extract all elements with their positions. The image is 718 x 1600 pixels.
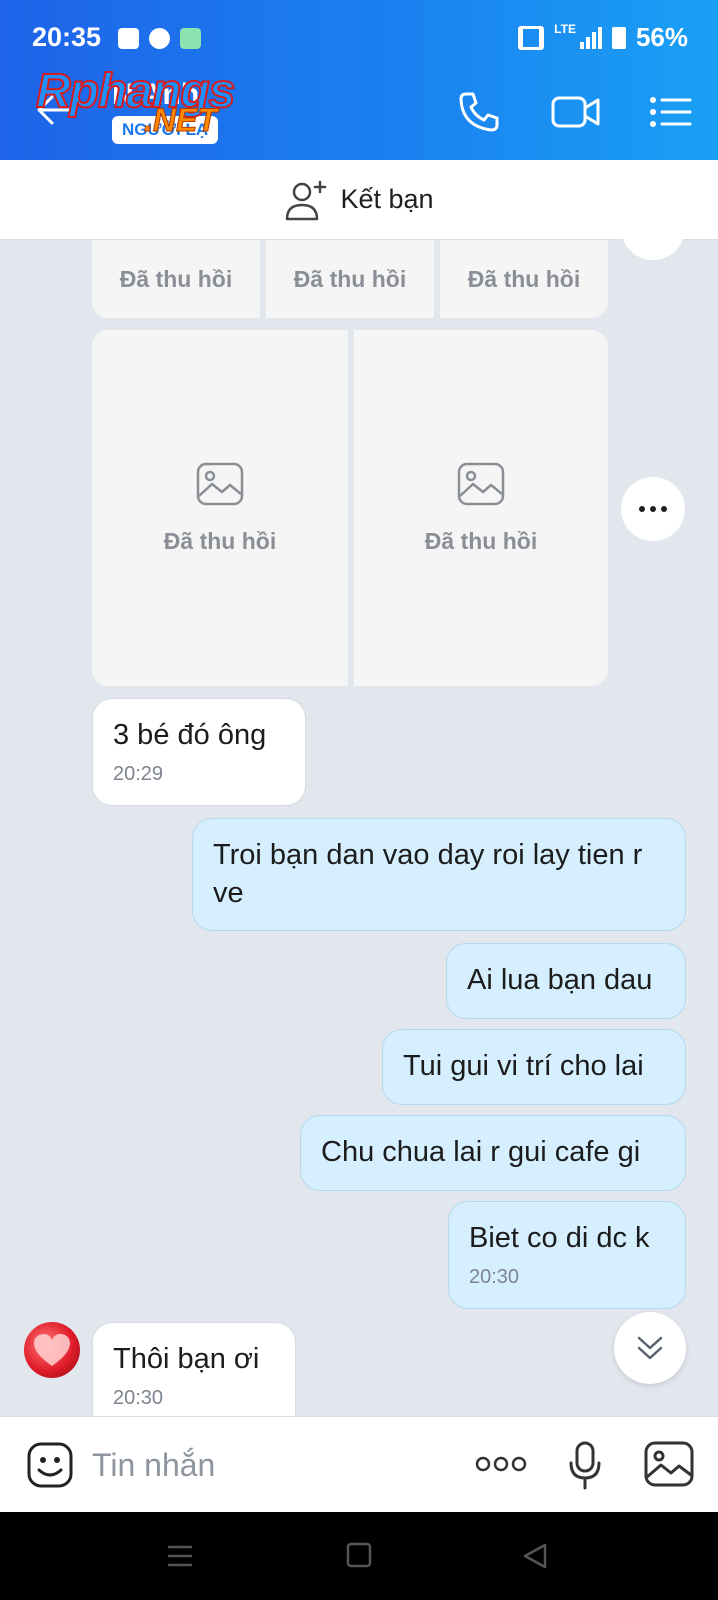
outgoing-message[interactable]: Biet co di dc k 20:30 <box>448 1201 686 1309</box>
chat-header: N Anh NGƯỜI LẠ Rphangs .NET <box>0 64 718 160</box>
watermark-logo: Rphangs .NET <box>35 64 256 144</box>
more-options-button[interactable] <box>621 477 685 541</box>
message-text: Ai lua bạn dau <box>467 964 653 996</box>
status-right: LTE 56% <box>518 22 688 53</box>
message-time: 20:30 <box>469 1265 520 1288</box>
outgoing-message[interactable]: Tui gui vi trí cho lai <box>382 1029 686 1105</box>
more-dots-icon[interactable] <box>474 1451 528 1477</box>
status-bar: 20:35 LTE 56% <box>0 0 718 64</box>
more-options-button-partial[interactable] <box>621 208 685 260</box>
recalled-tile: Đã thu hồi <box>440 240 608 318</box>
recalled-tile: Đã thu hồi <box>92 240 260 318</box>
lte-label: LTE <box>554 22 576 36</box>
calculator-notification-icon <box>180 28 201 49</box>
message-text: Chu chua lai r gui cafe gi <box>321 1136 641 1168</box>
add-person-icon <box>286 180 327 220</box>
video-camera-icon[interactable] <box>550 90 602 134</box>
recalled-tile: Đã thu hồi <box>266 240 434 318</box>
outgoing-message[interactable]: Chu chua lai r gui cafe gi <box>300 1115 686 1191</box>
watermark-sub: .NET <box>144 102 218 139</box>
image-placeholder-icon <box>196 462 244 505</box>
message-text: 3 bé đó ông <box>113 719 267 751</box>
incoming-message[interactable]: Thôi bạn ơi 20:30 <box>92 1322 296 1416</box>
microphone-icon[interactable] <box>568 1441 602 1491</box>
vibrate-icon <box>518 25 545 50</box>
message-input[interactable]: Tin nhắn <box>92 1447 215 1484</box>
app-notification-icon <box>149 28 170 49</box>
recalled-label: Đã thu hồi <box>424 527 538 554</box>
signal-icon <box>579 26 602 49</box>
status-time: 20:35 <box>32 22 102 52</box>
list-menu-icon[interactable] <box>648 90 694 134</box>
notification-icons <box>118 28 201 49</box>
recalled-label: Đã thu hồi <box>163 527 277 554</box>
incoming-message[interactable]: 3 bé đó ông 20:29 <box>92 698 306 806</box>
recalled-tile: Đã thu hồi <box>92 330 348 686</box>
message-text: Tui gui vi trí cho lai <box>403 1050 644 1082</box>
heart-avatar-icon <box>34 1334 70 1366</box>
recent-apps-icon[interactable] <box>166 1542 194 1570</box>
recalled-label: Đã thu hồi <box>293 265 407 292</box>
outgoing-message[interactable]: Troi bạn dan vao day roi lay tien r ve <box>192 818 686 932</box>
message-notification-icon <box>118 28 139 49</box>
outgoing-message[interactable]: Ai lua bạn dau <box>446 943 686 1019</box>
image-picker-icon[interactable] <box>644 1441 694 1487</box>
system-nav-bar <box>0 1512 718 1600</box>
add-friend-label: Kết bạn <box>340 184 434 214</box>
phone-icon[interactable] <box>456 90 502 134</box>
chevron-double-down-icon <box>637 1336 663 1360</box>
battery-percent: 56% <box>635 22 688 52</box>
recalled-label: Đã thu hồi <box>119 265 233 292</box>
scroll-to-bottom-button[interactable] <box>614 1312 686 1384</box>
add-friend-bar[interactable]: Kết bạn <box>0 160 718 240</box>
message-time: 20:30 <box>113 1386 164 1409</box>
image-placeholder-icon <box>457 462 505 505</box>
message-text: Troi bạn dan vao day roi lay tien r ve <box>213 839 643 909</box>
home-icon[interactable] <box>346 1542 372 1568</box>
avatar[interactable] <box>24 1322 80 1378</box>
message-text: Biet co di dc k <box>469 1222 650 1254</box>
emoji-sticker-icon[interactable] <box>26 1441 74 1489</box>
recalled-label: Đã thu hồi <box>467 265 581 292</box>
recalled-tile: Đã thu hồi <box>354 330 608 686</box>
message-text: Thôi bạn ơi <box>113 1343 260 1375</box>
back-nav-icon[interactable] <box>522 1542 548 1570</box>
battery-icon <box>611 26 626 49</box>
message-time: 20:29 <box>113 762 164 785</box>
message-composer: Tin nhắn <box>0 1416 718 1512</box>
